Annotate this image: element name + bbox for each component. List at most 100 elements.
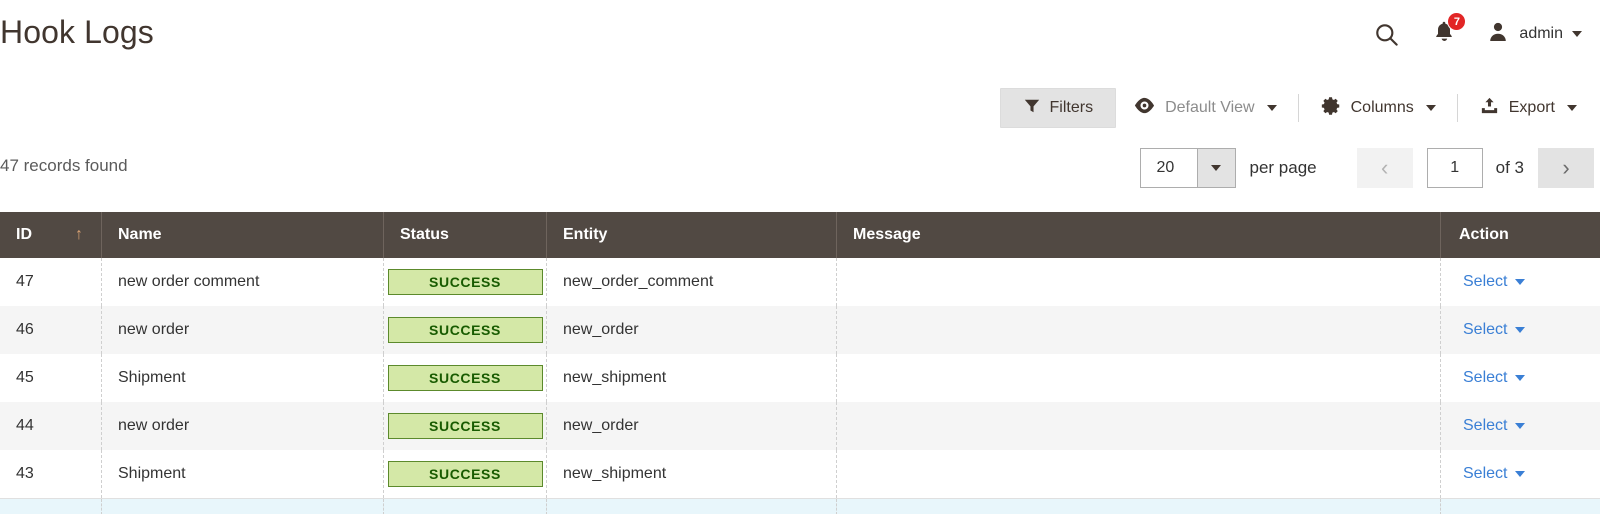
cell-action	[1441, 499, 1600, 514]
notifications-button[interactable]: 7	[1416, 12, 1472, 54]
upload-icon	[1479, 96, 1500, 121]
cell-name: Shipment	[102, 450, 384, 498]
filters-button[interactable]: Filters	[999, 88, 1117, 128]
columns-label: Columns	[1350, 99, 1414, 116]
select-action-link[interactable]: Select	[1463, 417, 1526, 435]
header-actions: 7 admin	[1357, 12, 1592, 54]
cell-action: Select	[1441, 354, 1600, 402]
table-row[interactable]: 46 new order SUCCESS new_order Select	[0, 306, 1600, 354]
search-button[interactable]	[1357, 14, 1416, 54]
columns-button[interactable]: Columns	[1303, 88, 1453, 128]
select-action-link[interactable]: Select	[1463, 369, 1526, 387]
cell-entity: new_shipment	[547, 450, 837, 498]
column-header-message[interactable]: Message	[837, 212, 1441, 258]
cell-message	[837, 450, 1441, 498]
chevron-down-icon	[1515, 423, 1526, 429]
cell-status: SUCCESS	[384, 402, 547, 450]
search-icon	[1373, 21, 1400, 48]
cell-id: 46	[0, 306, 102, 354]
user-menu-button[interactable]: admin	[1472, 20, 1592, 49]
status-badge: SUCCESS	[387, 317, 543, 343]
select-action-label: Select	[1463, 417, 1508, 434]
cell-message	[837, 499, 1441, 514]
cell-name	[102, 499, 384, 514]
cell-status: SUCCESS	[384, 354, 547, 402]
cell-status: SUCCESS	[384, 450, 547, 498]
column-header-name[interactable]: Name	[102, 212, 384, 258]
toolbar-divider	[1297, 94, 1299, 122]
cell-name: new order	[102, 306, 384, 354]
table-row[interactable]: 47 new order comment SUCCESS new_order_c…	[0, 258, 1600, 306]
cell-message	[837, 258, 1441, 306]
per-page-select[interactable]: 20	[1139, 148, 1236, 188]
chevron-down-icon	[1515, 375, 1526, 381]
hook-logs-page: Hook Logs 7 admin Filters Default View C…	[0, 0, 1600, 514]
next-page-button[interactable]: ›	[1538, 148, 1594, 188]
status-badge: SUCCESS	[387, 413, 543, 439]
notification-count-badge: 7	[1447, 12, 1467, 31]
column-header-id-label: ID	[16, 226, 32, 243]
chevron-down-icon	[1515, 279, 1526, 285]
column-header-entity[interactable]: Entity	[547, 212, 837, 258]
cell-name: new order	[102, 402, 384, 450]
per-page-value: 20	[1156, 159, 1175, 176]
cell-id: 44	[0, 402, 102, 450]
select-action-link[interactable]: Select	[1463, 465, 1526, 483]
default-view-button[interactable]: Default View	[1116, 88, 1294, 128]
cell-message	[837, 354, 1441, 402]
export-label: Export	[1508, 99, 1555, 116]
column-header-status[interactable]: Status	[384, 212, 547, 258]
hook-logs-grid: ID ↑ Name Status Entity Message Action 4…	[0, 212, 1600, 514]
select-action-label: Select	[1463, 321, 1508, 338]
cell-entity: new_order_comment	[547, 258, 837, 306]
eye-icon	[1133, 96, 1156, 120]
cell-action: Select	[1441, 450, 1600, 498]
cell-name: new order comment	[102, 258, 384, 306]
cell-entity: new_order	[547, 306, 837, 354]
table-row[interactable]: 43 Shipment SUCCESS new_shipment Select	[0, 450, 1600, 498]
page-header: Hook Logs 7 admin	[0, 0, 1600, 76]
cell-status: SUCCESS	[384, 258, 547, 306]
cell-action: Select	[1441, 306, 1600, 354]
previous-page-button[interactable]: ‹	[1356, 148, 1413, 188]
toolbar-divider	[1456, 94, 1458, 122]
chevron-down-icon	[1425, 105, 1436, 111]
funnel-icon	[1023, 97, 1041, 120]
table-row[interactable]: 45 Shipment SUCCESS new_shipment Select	[0, 354, 1600, 402]
select-action-link[interactable]: Select	[1463, 321, 1526, 339]
chevron-down-icon	[1266, 105, 1277, 111]
table-row[interactable]: 44 new order SUCCESS new_order Select	[0, 402, 1600, 450]
default-view-label: Default View	[1165, 99, 1255, 116]
page-title: Hook Logs	[0, 14, 154, 50]
cell-id: 45	[0, 354, 102, 402]
export-button[interactable]: Export	[1462, 88, 1594, 128]
status-badge: SUCCESS	[387, 365, 543, 391]
cell-entity: new_shipment	[547, 354, 837, 402]
records-found-label: 47 records found	[0, 156, 128, 175]
select-action-label: Select	[1463, 369, 1508, 386]
gear-icon	[1320, 95, 1342, 122]
cell-action: Select	[1441, 258, 1600, 306]
admin-username: admin	[1519, 25, 1563, 42]
cell-id	[0, 499, 102, 514]
status-badge: SUCCESS	[387, 461, 543, 487]
column-header-action: Action	[1459, 226, 1509, 243]
cell-id: 47	[0, 258, 102, 306]
chevron-down-icon	[1211, 165, 1222, 171]
per-page-dropdown-toggle[interactable]	[1196, 149, 1235, 187]
sort-ascending-icon: ↑	[75, 226, 83, 243]
select-action-link[interactable]: Select	[1463, 273, 1526, 291]
cell-entity: new_order	[547, 402, 837, 450]
grid-header-row: ID ↑ Name Status Entity Message Action	[0, 212, 1600, 258]
current-page-input[interactable]: 1	[1426, 148, 1483, 188]
grid-toolbar: Filters Default View Columns Export	[999, 86, 1594, 130]
user-avatar-icon	[1486, 20, 1510, 49]
cell-message	[837, 402, 1441, 450]
pagination-controls: 20 per page ‹ 1 of 3 ›	[1139, 148, 1594, 188]
filters-label: Filters	[1049, 99, 1094, 116]
table-row-highlighted[interactable]	[0, 498, 1600, 514]
cell-entity	[547, 499, 837, 514]
cell-message	[837, 306, 1441, 354]
per-page-label: per page	[1249, 158, 1317, 177]
column-header-id[interactable]: ID ↑	[0, 212, 102, 258]
